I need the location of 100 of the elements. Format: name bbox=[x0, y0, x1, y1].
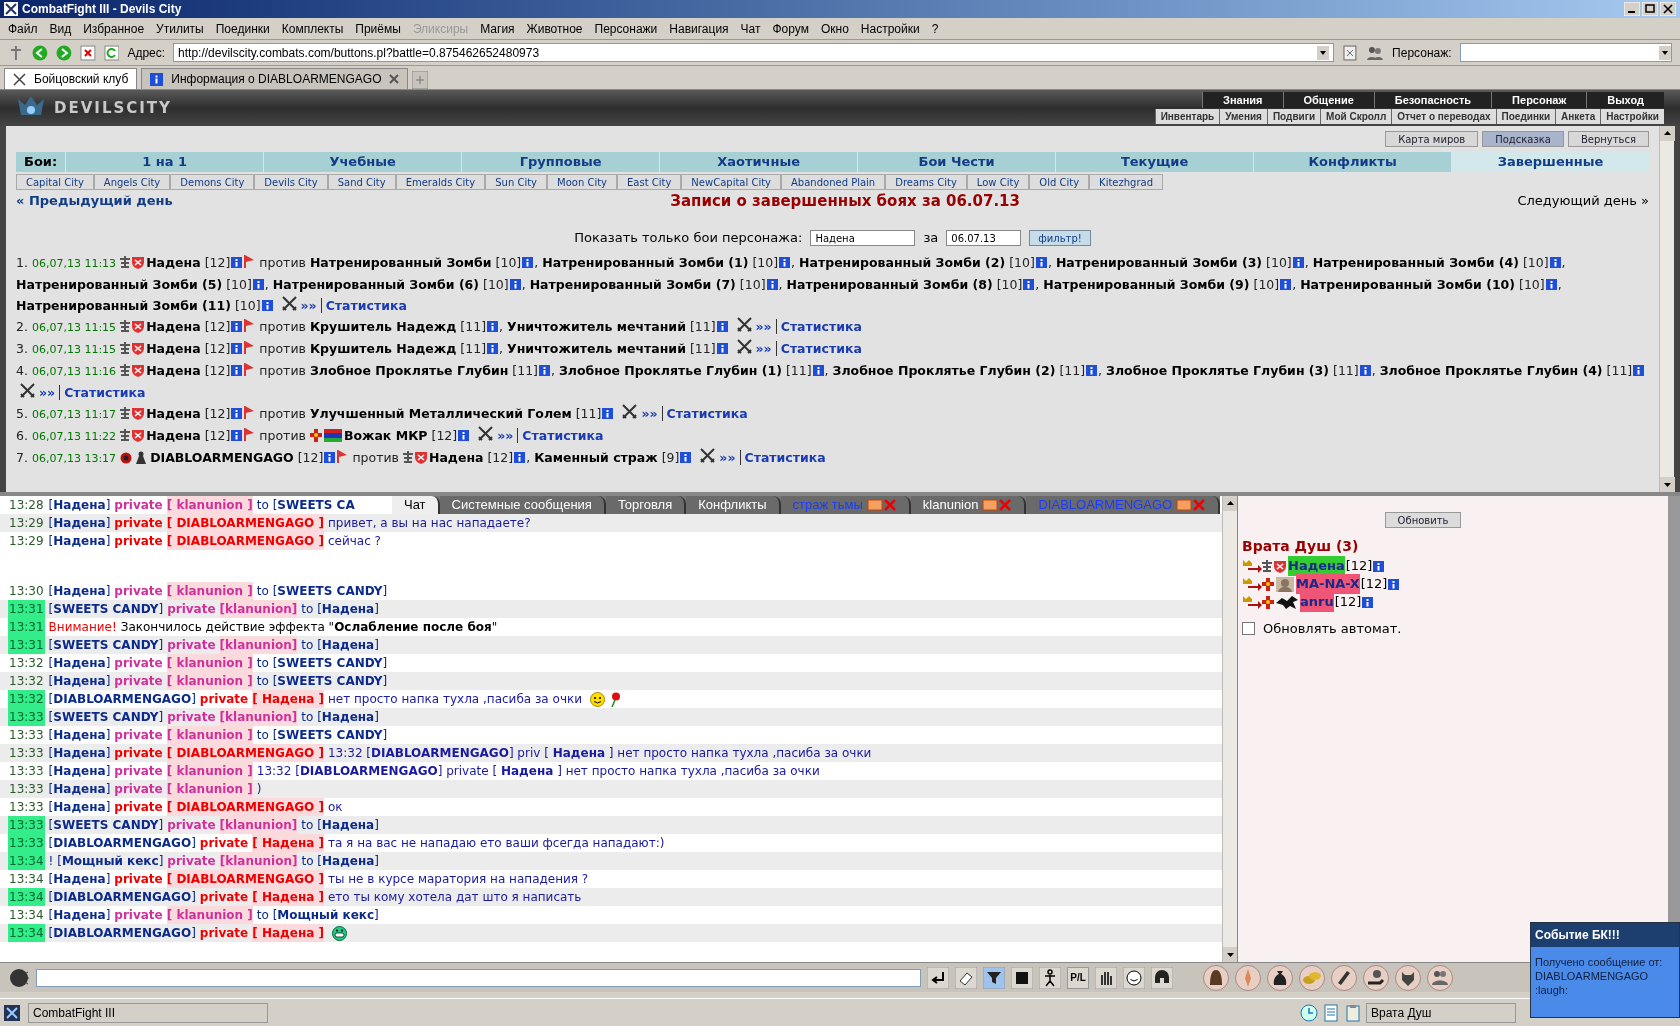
fighter-name[interactable]: Натренированный Зомби (2) bbox=[799, 255, 1006, 270]
info-icon[interactable] bbox=[458, 430, 470, 441]
private-recipient[interactable]: [ klanunion ] bbox=[166, 496, 253, 514]
member-name[interactable]: MA-NA-X bbox=[1296, 574, 1360, 594]
private-recipient[interactable]: [ klanunion ] bbox=[166, 582, 253, 600]
message-sender[interactable]: [Надена] bbox=[48, 532, 111, 550]
money-bag-icon[interactable] bbox=[1267, 964, 1293, 991]
nav-link[interactable]: Общение bbox=[1282, 91, 1374, 109]
message-sender[interactable]: [Надена] bbox=[48, 870, 111, 888]
nav-link[interactable]: Мой Скролл bbox=[1320, 109, 1392, 125]
menu-item[interactable]: Комплекты bbox=[281, 19, 344, 38]
info-icon[interactable] bbox=[1549, 257, 1561, 268]
log-link[interactable]: »» bbox=[300, 298, 322, 313]
date-field[interactable]: 06.07.13 bbox=[946, 230, 1022, 246]
message-sender[interactable]: [Надена] bbox=[48, 762, 111, 780]
maximize-icon[interactable] bbox=[1642, 2, 1658, 16]
fighter-name[interactable]: Натренированный Зомби (4) bbox=[1312, 255, 1519, 270]
city-tab[interactable]: Moon City bbox=[547, 174, 617, 190]
city-tab[interactable]: Devils City bbox=[254, 174, 328, 190]
menu-item[interactable]: Животное bbox=[526, 19, 583, 38]
menu-item[interactable]: Магия bbox=[480, 19, 515, 38]
city-tab[interactable]: East City bbox=[617, 174, 682, 190]
clipboard-icon[interactable] bbox=[1344, 1003, 1362, 1022]
private-recipient[interactable]: [ klanunion ] bbox=[166, 672, 253, 690]
message-sender[interactable]: ! [Мощный кекс] bbox=[48, 852, 164, 870]
people-icon[interactable] bbox=[1427, 964, 1453, 991]
chat-tab[interactable]: klanunion bbox=[910, 496, 1027, 514]
city-tab[interactable]: Sand City bbox=[327, 174, 396, 190]
chat-tab[interactable]: Конфликты bbox=[686, 496, 781, 514]
forward-icon[interactable] bbox=[55, 44, 72, 61]
private-recipient[interactable]: [klanunion] bbox=[219, 816, 298, 834]
users-icon[interactable] bbox=[1366, 44, 1385, 61]
fighter-name[interactable]: Натренированный Зомби (8) bbox=[786, 277, 993, 292]
statistics-link[interactable]: Статистика bbox=[325, 298, 407, 313]
city-tab[interactable]: Capital City bbox=[16, 174, 94, 190]
info-icon[interactable] bbox=[324, 452, 336, 463]
info-icon[interactable] bbox=[1086, 365, 1098, 376]
nav-link[interactable]: Анкета bbox=[1555, 109, 1601, 125]
fighter-name[interactable]: Каменный страж bbox=[534, 450, 658, 465]
menu-item[interactable]: Персонажи bbox=[594, 19, 658, 38]
statistics-link[interactable]: Статистика bbox=[780, 319, 862, 334]
statistics-link[interactable]: Статистика bbox=[666, 406, 748, 421]
message-sender[interactable]: [Надена] bbox=[48, 654, 111, 672]
city-tab[interactable]: Demons City bbox=[170, 174, 255, 190]
log-link[interactable]: »» bbox=[39, 385, 61, 400]
hooded-figure-icon[interactable] bbox=[1203, 964, 1229, 991]
page-icon[interactable] bbox=[1342, 44, 1359, 61]
fighter-name[interactable]: Злобное Проклятье Глубин (4) bbox=[1379, 363, 1603, 378]
nav-link[interactable]: Выход bbox=[1586, 91, 1664, 109]
clock-icon[interactable] bbox=[1300, 1003, 1318, 1022]
fighter-name[interactable]: Надена bbox=[146, 255, 201, 270]
nav-link[interactable]: Настройки bbox=[1600, 109, 1664, 125]
fighter-name[interactable]: Надена bbox=[146, 406, 201, 421]
page-button[interactable]: Подсказка bbox=[1482, 131, 1564, 147]
refresh-icon[interactable] bbox=[103, 44, 120, 61]
nav-link[interactable]: Подвиги bbox=[1266, 109, 1321, 125]
fighter-name[interactable]: Натренированный Зомби (7) bbox=[529, 277, 736, 292]
address-field[interactable]: http://devilscity.combats.com/buttons.pl?battle=0.875462652480973 bbox=[173, 43, 1335, 62]
info-icon[interactable] bbox=[1280, 279, 1292, 290]
scrollbar[interactable] bbox=[1659, 126, 1674, 492]
fighter-name[interactable]: Злобное Проклятье Глубин (3) bbox=[1106, 363, 1329, 378]
message-sender[interactable]: [DIABLOARMENGAGO] bbox=[48, 888, 196, 906]
fighter-name[interactable]: Крушитель Надежд bbox=[309, 341, 457, 356]
message-sender[interactable]: [DIABLOARMENGAGO] bbox=[48, 924, 196, 942]
fighter-name[interactable]: Натренированный Зомби (10) bbox=[1300, 277, 1515, 292]
info-icon[interactable] bbox=[1545, 279, 1557, 290]
pin-icon[interactable] bbox=[8, 44, 24, 61]
category-tab[interactable]: Хаотичные bbox=[659, 152, 858, 172]
message-sender[interactable]: [DIABLOARMENGAGO] bbox=[48, 834, 196, 852]
beast-head-icon[interactable] bbox=[1395, 964, 1421, 991]
log-link[interactable]: »» bbox=[719, 450, 741, 465]
fighter-name[interactable]: Злобное Проклятье Глубин (1) bbox=[558, 363, 782, 378]
nav-link[interactable]: Умения bbox=[1219, 109, 1267, 125]
message-sender[interactable]: [Надена] bbox=[48, 514, 111, 532]
info-icon[interactable] bbox=[1388, 578, 1400, 590]
info-icon[interactable] bbox=[766, 279, 778, 290]
page-button[interactable]: Карта миров bbox=[1385, 131, 1479, 147]
city-tab[interactable]: Emeralds City bbox=[395, 174, 486, 190]
private-recipient[interactable]: [klanunion] bbox=[219, 708, 298, 726]
fighter-name[interactable]: Натренированный Зомби (1) bbox=[542, 255, 749, 270]
info-icon[interactable] bbox=[231, 257, 243, 268]
message-sender[interactable]: [SWEETS CANDY] bbox=[48, 600, 164, 618]
fighter-name[interactable]: Натренированный Зомби (5) bbox=[16, 277, 223, 292]
fighter-name[interactable]: Надена bbox=[146, 319, 201, 334]
dropdown-icon[interactable] bbox=[1658, 45, 1671, 60]
fighter-name[interactable]: Натренированный Зомби (11) bbox=[16, 298, 231, 313]
category-tab[interactable]: Текущие bbox=[1055, 152, 1254, 172]
menu-item[interactable]: Настройки bbox=[860, 19, 920, 38]
message-recipient[interactable]: to [SWEETS CANDY] bbox=[256, 582, 388, 600]
private-recipient[interactable]: [ klanunion ] bbox=[166, 654, 253, 672]
menu-item[interactable]: Избранное bbox=[83, 19, 145, 38]
statistics-link[interactable]: Статистика bbox=[780, 341, 862, 356]
log-link[interactable]: »» bbox=[641, 406, 663, 421]
fighter-name[interactable]: Улучшенный Металлический Голем bbox=[309, 406, 572, 421]
minimize-icon[interactable] bbox=[1624, 2, 1640, 16]
info-icon[interactable] bbox=[812, 365, 824, 376]
refresh-button[interactable]: Обновить bbox=[1384, 512, 1462, 528]
message-recipient[interactable]: to [Надена] bbox=[301, 816, 379, 834]
helmet-icon[interactable] bbox=[1151, 966, 1173, 989]
dancer-icon[interactable] bbox=[1039, 966, 1061, 989]
